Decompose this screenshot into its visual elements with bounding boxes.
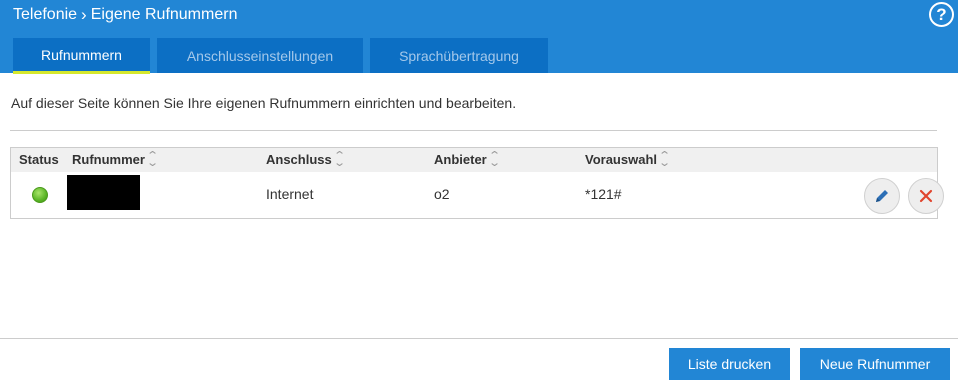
column-header-status: Status <box>19 152 59 167</box>
sort-icon[interactable]: ⌃ ⌄ <box>658 150 671 168</box>
cell-anbieter: o2 <box>434 186 450 202</box>
cell-anschluss: Internet <box>266 186 314 202</box>
page-header: Telefonie › Eigene Rufnummern ? Rufnumme… <box>0 0 958 74</box>
sort-icon[interactable]: ⌃ ⌄ <box>146 150 159 168</box>
intro-text: Auf dieser Seite können Sie Ihre eigenen… <box>11 95 517 111</box>
rufnummern-table: Status Rufnummer ⌃ ⌄ Anschluss ⌃ ⌄ Anbiete… <box>10 147 944 219</box>
column-header-vorauswahl[interactable]: Vorauswahl ⌃ ⌄ <box>585 150 671 168</box>
breadcrumb-eigene-rufnummern: Eigene Rufnummern <box>90 6 238 23</box>
tab-anschlusseinstellungen[interactable]: Anschlusseinstellungen <box>157 38 363 73</box>
breadcrumb: Telefonie › Eigene Rufnummern <box>13 5 237 25</box>
divider <box>10 130 937 131</box>
tab-rufnummern[interactable]: Rufnummern <box>13 38 150 74</box>
column-header-anbieter[interactable]: Anbieter ⌃ ⌄ <box>434 150 501 168</box>
delete-button[interactable] <box>908 178 944 214</box>
edit-icon <box>876 190 888 202</box>
help-icon[interactable]: ? <box>929 2 954 27</box>
table-header: Status Rufnummer ⌃ ⌄ Anschluss ⌃ ⌄ Anbiete… <box>11 148 937 172</box>
status-ok-icon <box>32 187 48 203</box>
column-header-rufnummer[interactable]: Rufnummer ⌃ ⌄ <box>72 150 159 168</box>
new-number-button[interactable]: Neue Rufnummer <box>800 348 950 380</box>
breadcrumb-telefonie[interactable]: Telefonie <box>13 6 77 24</box>
cell-vorauswahl: *121# <box>585 186 622 202</box>
sort-icon[interactable]: ⌃ ⌄ <box>488 150 501 168</box>
footer-divider <box>0 338 958 339</box>
redacted-rufnummer <box>67 175 140 210</box>
column-header-anschluss[interactable]: Anschluss ⌃ ⌄ <box>266 150 346 168</box>
table-row: Internet o2 *121# <box>11 172 944 218</box>
tab-sprachuebertragung[interactable]: Sprachübertragung <box>370 38 548 73</box>
edit-button[interactable] <box>864 178 900 214</box>
sort-icon[interactable]: ⌃ ⌄ <box>333 150 346 168</box>
delete-icon <box>919 189 933 203</box>
print-list-button[interactable]: Liste drucken <box>669 348 790 380</box>
breadcrumb-separator: › <box>81 5 87 24</box>
